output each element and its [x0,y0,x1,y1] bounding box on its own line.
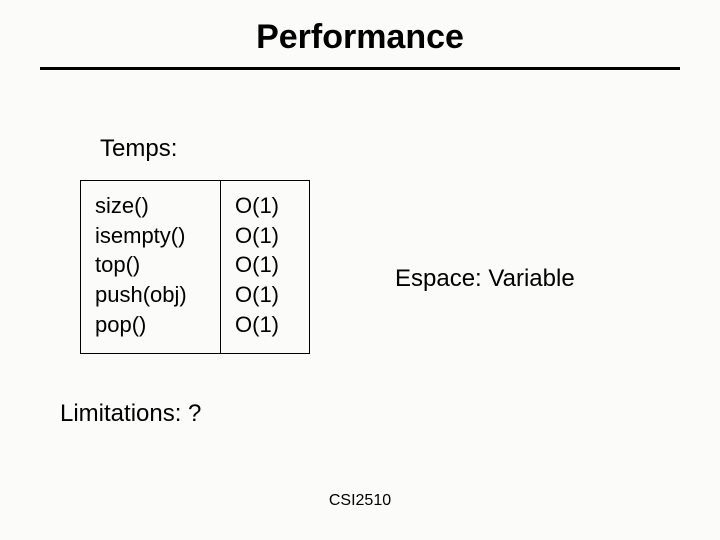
title-wrap: Performance [0,0,720,57]
limitations-label: Limitations: ? [60,400,201,428]
footer-course-code: CSI2510 [0,492,720,510]
op-row: top() [95,250,206,280]
complexity-table: size() isempty() top() push(obj) pop() O… [80,180,310,354]
operations-column: size() isempty() top() push(obj) pop() [80,180,220,354]
op-row: push(obj) [95,280,206,310]
op-row: isempty() [95,221,206,251]
op-row: size() [95,191,206,221]
temps-label: Temps: [100,135,177,163]
slide-title: Performance [256,18,464,57]
bigo-row: O(1) [235,250,295,280]
bigo-row: O(1) [235,280,295,310]
slide: Performance Temps: size() isempty() top(… [0,0,720,540]
bigo-row: O(1) [235,310,295,340]
bigo-column: O(1) O(1) O(1) O(1) O(1) [220,180,310,354]
title-rule [40,67,680,70]
op-row: pop() [95,310,206,340]
bigo-row: O(1) [235,191,295,221]
bigo-row: O(1) [235,221,295,251]
espace-label: Espace: Variable [395,265,575,293]
